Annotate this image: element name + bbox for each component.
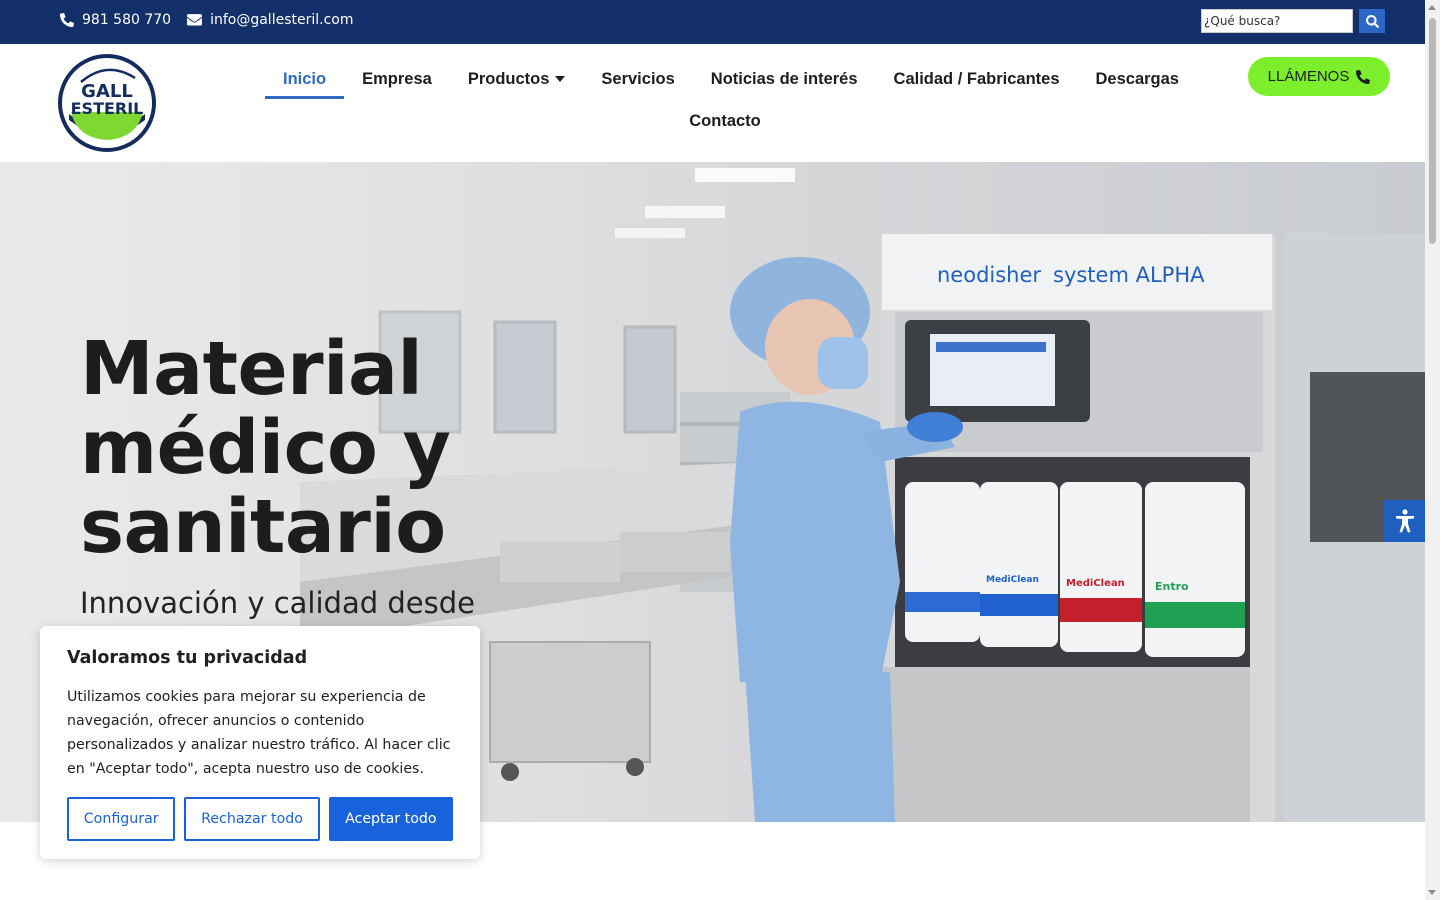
cookie-text: Utilizamos cookies para mejorar su exper… — [67, 689, 451, 777]
nav-noticias[interactable]: Noticias de interés — [693, 58, 876, 99]
accessibility-button[interactable] — [1384, 500, 1425, 542]
bottle-label: Entro — [1155, 580, 1189, 593]
nav-label: Noticias de interés — [710, 70, 858, 88]
hero-title-line: sanitario — [80, 484, 446, 570]
top-bar: 981 580 770 info@gallesteril.com — [0, 0, 1425, 44]
scroll-down-arrow-icon[interactable] — [1428, 890, 1436, 895]
envelope-icon — [187, 14, 203, 26]
call-us-label: LLÁMENOS — [1267, 68, 1350, 85]
search-input[interactable] — [1201, 9, 1353, 33]
call-us-button[interactable]: LLÁMENOS — [1248, 57, 1390, 96]
phone-icon — [1356, 69, 1371, 84]
cookie-consent-dialog: Valoramos tu privacidad Utilizamos cooki… — [40, 626, 480, 859]
caret-down-icon — [555, 76, 566, 82]
nav-descargas[interactable]: Descargas — [1078, 58, 1197, 99]
scroll-up-arrow-icon[interactable] — [1428, 5, 1436, 10]
nav-label: Servicios — [601, 70, 675, 88]
search-form — [1201, 9, 1385, 33]
email-address: info@gallesteril.com — [210, 12, 354, 28]
nav-label: Empresa — [362, 70, 432, 88]
hero-title: Material médico y sanitario — [80, 330, 451, 570]
search-icon — [1365, 14, 1379, 28]
nav-calidad[interactable]: Calidad / Fabricantes — [876, 58, 1078, 99]
accessibility-icon — [1395, 509, 1414, 533]
site-header: GALL ESTERIL Inicio Empresa Productos Se… — [0, 44, 1425, 162]
search-button[interactable] — [1359, 9, 1385, 33]
nav-productos[interactable]: Productos — [450, 58, 584, 99]
nav-label: Inicio — [283, 70, 327, 88]
nav-label: Productos — [467, 70, 550, 88]
nav-label: Descargas — [1095, 70, 1179, 88]
machine-model-label: system ALPHA — [1053, 263, 1205, 287]
bottle-label: MediClean — [986, 575, 1039, 585]
page-scrollbar[interactable] — [1425, 0, 1440, 900]
top-contact: 981 580 770 info@gallesteril.com — [60, 12, 353, 28]
hero-title-line: médico y — [80, 405, 451, 491]
cookie-buttons: Configurar Rechazar todo Aceptar todo — [67, 797, 453, 841]
hero-title-line: Material — [80, 326, 423, 412]
scrollbar-thumb[interactable] — [1429, 18, 1436, 244]
accept-all-button[interactable]: Aceptar todo — [328, 797, 453, 841]
gall-esteril-logo[interactable]: GALL ESTERIL — [57, 54, 157, 152]
nav-label: Calidad / Fabricantes — [893, 70, 1060, 88]
cookie-title: Valoramos tu privacidad — [67, 648, 308, 668]
phone-link[interactable]: 981 580 770 — [60, 12, 171, 28]
configure-cookies-button[interactable]: Configurar — [67, 797, 176, 841]
nav-servicios[interactable]: Servicios — [583, 58, 692, 99]
nav-inicio[interactable]: Inicio — [265, 58, 345, 99]
nav-label: Contacto — [689, 112, 761, 130]
bottle-label: MediClean — [1066, 578, 1125, 589]
phone-icon — [60, 13, 74, 27]
phone-number: 981 580 770 — [82, 12, 172, 28]
email-link[interactable]: info@gallesteril.com — [187, 12, 353, 28]
reject-all-button[interactable]: Rechazar todo — [184, 797, 320, 841]
nav-empresa[interactable]: Empresa — [344, 58, 450, 99]
hero-subtitle: Innovación y calidad desde — [80, 586, 475, 620]
nav-contacto[interactable]: Contacto — [671, 100, 779, 141]
machine-brand-label: neodisher — [937, 263, 1041, 287]
main-nav: Inicio Empresa Productos Servicios Notic… — [265, 58, 1205, 141]
svg-text:ESTERIL: ESTERIL — [71, 99, 144, 118]
